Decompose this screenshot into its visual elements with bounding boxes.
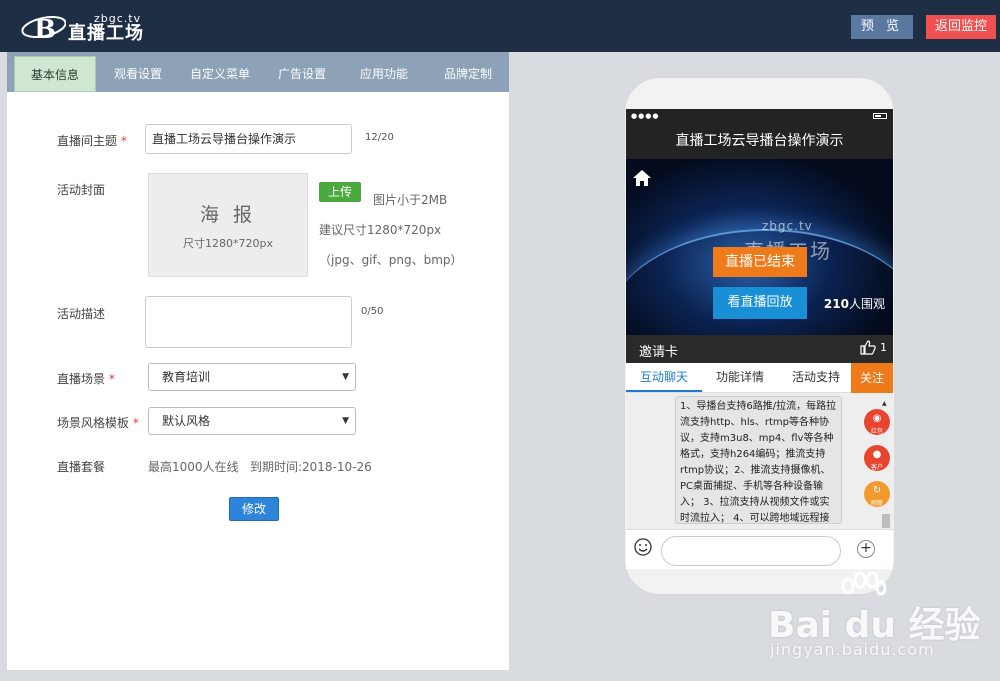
- topic-label: 直播间主题 *: [57, 134, 127, 148]
- settings-panel: 基本信息 观看设置 自定义菜单 广告设置 应用功能 品牌定制 直播间主题 * 直…: [7, 52, 509, 670]
- topic-counter: 12/20: [365, 132, 394, 143]
- tab-brand-custom[interactable]: 品牌定制: [432, 56, 504, 92]
- plus-icon[interactable]: +: [857, 540, 875, 558]
- hint-format: （jpg、gif、png、bmp）: [319, 253, 463, 267]
- baidu-jingyan-url: jingyan.baidu.com: [770, 640, 935, 659]
- cover-label: 活动封面: [57, 183, 106, 197]
- viewer-count: 210人围观: [824, 295, 885, 312]
- poster-title: 海 报: [199, 204, 257, 226]
- poster-size: 尺寸1280*720px: [183, 237, 273, 250]
- desc-counter: 0/50: [361, 306, 384, 317]
- required-mark: *: [120, 134, 127, 148]
- upload-button[interactable]: 上传: [319, 182, 361, 202]
- topic-input[interactable]: 直播工场云导播台操作演示: [145, 124, 352, 154]
- phone-preview: ●●●● 直播工场云导播台操作演示 zbgc.tv 直播工场 直播已结束 看直播…: [624, 77, 895, 595]
- scene-label: 直播场景 *: [57, 372, 115, 386]
- hint-size: 图片小于2MB: [373, 193, 448, 207]
- thumbs-up-icon: [860, 340, 876, 355]
- package-label: 直播套餐: [57, 460, 106, 474]
- like-count: 1: [880, 341, 887, 354]
- template-select[interactable]: 默认风格 ▼: [148, 407, 356, 435]
- baidu-watermark: Bai du 经验 jingyan.baidu.com: [768, 572, 1000, 681]
- viewer-number: 210: [823, 297, 849, 311]
- follow-button[interactable]: 关注: [851, 363, 893, 393]
- tab-ad-settings[interactable]: 广告设置: [266, 56, 338, 92]
- watch-replay-button[interactable]: 看直播回放: [713, 287, 807, 319]
- chat-message: 1、导播台支持6路推/拉流，每路拉流支持http、hls、rtmp等各种协议，支…: [675, 396, 842, 524]
- poster-placeholder[interactable]: 海 报 尺寸1280*720px: [148, 173, 308, 277]
- battery-icon: [873, 113, 887, 119]
- hint-recommend: 建议尺寸1280*720px: [319, 223, 442, 237]
- package-value: 最高1000人在线 到期时间:2018-10-26: [148, 460, 372, 474]
- status-bar: ●●●●: [626, 109, 893, 123]
- tab-details[interactable]: 功能详情: [702, 363, 778, 392]
- chat-area: 1、导播台支持6路推/拉流，每路拉流支持http、hls、rtmp等各种协议，支…: [626, 393, 893, 529]
- viewer-suffix: 人围观: [848, 297, 885, 311]
- invite-bar: 邀请卡 1: [626, 335, 893, 363]
- scene-select-value: 教育培训: [162, 370, 211, 384]
- back-to-monitor-button[interactable]: 返回监控: [926, 15, 996, 39]
- phone-screen: ●●●● 直播工场云导播台操作演示 zbgc.tv 直播工场 直播已结束 看直播…: [626, 109, 893, 569]
- desc-label: 活动描述: [57, 307, 106, 321]
- preview-button[interactable]: 预 览: [851, 15, 913, 39]
- video-player[interactable]: zbgc.tv 直播工场 直播已结束 看直播回放 210人围观: [626, 159, 893, 335]
- logo-domain: zbgc.tv: [94, 12, 142, 25]
- video-watermark-domain: zbgc.tv: [762, 219, 813, 233]
- chat-scrollbar[interactable]: ▲: [881, 396, 891, 528]
- scene-select[interactable]: 教育培训 ▼: [148, 363, 356, 391]
- tab-custom-menu[interactable]: 自定义菜单: [184, 56, 256, 92]
- settings-tabs: 基本信息 观看设置 自定义菜单 广告设置 应用功能 品牌定制: [7, 52, 509, 92]
- chat-input-bar: +: [626, 529, 893, 569]
- tab-chat[interactable]: 互动聊天: [626, 363, 702, 392]
- svg-text:B: B: [34, 15, 56, 44]
- desc-textarea[interactable]: [145, 296, 352, 348]
- app-logo[interactable]: B 直播工场 zbgc.tv: [20, 10, 144, 44]
- scroll-up-icon[interactable]: ▲: [882, 400, 887, 407]
- scroll-thumb[interactable]: [882, 514, 890, 528]
- template-label: 场景风格模板 *: [57, 416, 139, 430]
- live-ended-badge: 直播已结束: [713, 247, 807, 277]
- modify-button[interactable]: 修改: [229, 497, 279, 521]
- tab-viewing-settings[interactable]: 观看设置: [102, 56, 174, 92]
- template-select-value: 默认风格: [162, 414, 211, 428]
- emoji-icon[interactable]: [634, 538, 652, 556]
- tab-app-features[interactable]: 应用功能: [348, 56, 420, 92]
- chevron-down-icon: ▼: [342, 416, 349, 426]
- like-button[interactable]: 1: [860, 340, 887, 355]
- required-mark: *: [108, 372, 115, 386]
- chevron-down-icon: ▼: [342, 372, 349, 382]
- chat-input[interactable]: [661, 536, 841, 566]
- signal-icon: ●●●●: [631, 112, 660, 120]
- invite-card-link[interactable]: 邀请卡: [639, 341, 678, 360]
- home-icon[interactable]: [632, 169, 652, 187]
- tab-basic-info[interactable]: 基本信息: [14, 56, 96, 92]
- phone-tabs: 互动聊天 功能详情 活动支持 关注: [626, 363, 893, 393]
- top-bar: B 直播工场 zbgc.tv 预 览 返回监控: [0, 0, 1000, 52]
- tab-support[interactable]: 活动支持: [778, 363, 854, 392]
- live-title: 直播工场云导播台操作演示: [626, 123, 893, 159]
- logo-mark-icon: B: [21, 15, 66, 44]
- required-mark: *: [132, 416, 139, 430]
